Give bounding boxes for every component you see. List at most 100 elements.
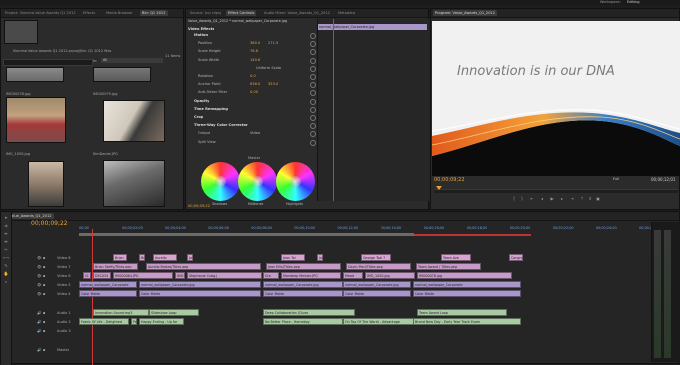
bin-preview-thumb[interactable]: [4, 20, 38, 44]
lock-icon[interactable]: ▪: [43, 263, 45, 271]
track-select-tool-icon[interactable]: ⇉: [3, 223, 9, 229]
timeline-clip[interactable]: George Tsai ?: [361, 254, 391, 261]
reset-icon[interactable]: [310, 41, 316, 48]
timeline-clip[interactable]: IMG_1050.jpg: [365, 272, 415, 279]
work-area-bar[interactable]: [79, 233, 414, 236]
timeline-clip[interactable]: Gl: [83, 272, 91, 279]
effect-row[interactable]: Crop: [186, 114, 316, 121]
track-header[interactable]: 👁 ▪ Video 5: [1, 281, 79, 289]
track-header[interactable]: 👁 ▪ Video 4: [1, 290, 79, 298]
clip-thumb-4[interactable]: [103, 100, 165, 142]
search-input[interactable]: [3, 59, 93, 66]
tab-media-browser[interactable]: Media Browser: [104, 10, 135, 16]
speaker-icon[interactable]: 🔊: [37, 318, 41, 326]
clip-thumb-5[interactable]: [28, 161, 64, 207]
razor-tool-icon[interactable]: ✂: [3, 247, 9, 253]
program-timecode[interactable]: 00;00;09;22: [434, 177, 465, 183]
timeline-clip[interactable]: Brand New Day - Early Year Track Exam: [413, 318, 521, 325]
timeline-clip[interactable]: Jo: [187, 254, 193, 261]
track-header[interactable]: 🔊 ▪ Master: [1, 346, 79, 354]
lock-icon[interactable]: ▪: [43, 318, 45, 326]
reset-icon[interactable]: [310, 90, 316, 97]
effect-row[interactable]: Scale Height 76.6: [186, 48, 316, 56]
timeline-clip[interactable]: IMG00064.JPG: [113, 272, 173, 279]
reset-icon[interactable]: [310, 131, 316, 138]
timeline-clip[interactable]: IMG: [175, 272, 185, 279]
eye-icon[interactable]: 👁: [37, 263, 41, 271]
speaker-icon[interactable]: 🔊: [37, 346, 41, 354]
timeline-clip[interactable]: Br: [139, 254, 145, 261]
reset-icon[interactable]: [310, 57, 316, 64]
track-header[interactable]: 🔊 ▪ Audio 3: [1, 327, 79, 335]
effect-value[interactable]: 140.6: [250, 57, 260, 64]
timeline-clip[interactable]: normal_wallpaper_Corporate: [79, 281, 137, 288]
reset-icon[interactable]: [310, 123, 316, 130]
timeline-clip[interactable]: Happy Ending - Up for: [139, 318, 184, 325]
program-playhead[interactable]: [436, 186, 442, 190]
eye-icon[interactable]: 👁: [37, 290, 41, 298]
effect-row[interactable]: Motion: [186, 32, 316, 39]
timeline-clip[interactable]: Color Matte: [139, 290, 261, 297]
effect-value[interactable]: 0.00: [250, 89, 258, 96]
tab-audio-mixer[interactable]: Audio Mixer: Value_Awards_Q1_2012: [262, 10, 332, 16]
eye-icon[interactable]: 👁: [37, 272, 41, 280]
lock-icon[interactable]: ▪: [43, 281, 45, 289]
speaker-icon[interactable]: 🔊: [37, 309, 41, 317]
effect-row[interactable]: Split View: [186, 139, 316, 146]
timeline-clip[interactable]: Innovation Sound.mp3: [93, 309, 149, 316]
timeline-clip[interactable]: Fabric Of Life - Delighted: [79, 318, 129, 325]
effect-value[interactable]: 76.6: [250, 48, 258, 55]
effect-row[interactable]: Anchor Point 636.0 353.0: [186, 81, 316, 89]
timeline-clip[interactable]: Team Award / Titles.aep: [416, 263, 481, 270]
lift-icon[interactable]: ⇡: [579, 196, 585, 202]
timeline-clip[interactable]: Color Matte: [263, 290, 343, 297]
track-header[interactable]: 👁 ▪ Video 7: [1, 263, 79, 271]
extract-icon[interactable]: ⇞: [587, 196, 593, 202]
lock-icon[interactable]: ▪: [43, 346, 45, 354]
rolling-edit-tool-icon[interactable]: ⇼: [3, 239, 9, 245]
clip-thumb-3[interactable]: [6, 97, 66, 143]
program-fit-select[interactable]: Full: [613, 177, 619, 181]
timeline-clip[interactable]: Jo: [317, 254, 323, 261]
timeline-clip[interactable]: normal_wallpaper_Corporate.jpg: [139, 281, 261, 288]
play-icon[interactable]: ▶: [549, 196, 555, 202]
timeline-clip[interactable]: normal_wallpaper_Corporate: [413, 281, 521, 288]
tab-metadata[interactable]: Metadata: [336, 10, 357, 16]
reset-icon[interactable]: [310, 139, 316, 146]
step-back-icon[interactable]: ◂: [539, 196, 545, 202]
ripple-edit-tool-icon[interactable]: ⇹: [3, 231, 9, 237]
track-header[interactable]: 🔊 ▪ Audio 2: [1, 318, 79, 326]
timeline-clip[interactable]: Mead: [343, 272, 363, 279]
step-forward-icon[interactable]: ▸: [559, 196, 565, 202]
timeline-clip[interactable]: normal_wallpaper_Corporate.jpg: [263, 281, 343, 288]
reset-icon[interactable]: [310, 82, 316, 89]
lock-icon[interactable]: ▪: [43, 254, 45, 262]
timeline-clip[interactable]: IMG00078.jpg: [417, 272, 512, 279]
mark-out-icon[interactable]: }: [519, 196, 525, 202]
track-header[interactable]: 🔊 ▪ Audio 1: [1, 309, 79, 317]
effect-value[interactable]: 0.0: [250, 73, 256, 80]
timeline-clip[interactable]: Deep Collaboration (Clues: [263, 309, 355, 316]
effect-row[interactable]: Time Remapping: [186, 106, 316, 113]
reset-icon[interactable]: [310, 33, 316, 39]
go-to-in-icon[interactable]: ⇤: [529, 196, 535, 202]
effect-row[interactable]: Anti-flicker Filter 0.00: [186, 89, 316, 97]
search-in-select[interactable]: All: [101, 58, 163, 63]
timeline-clip[interactable]: Color Matte: [79, 290, 137, 297]
effects-timecode[interactable]: 00;00;09;22: [188, 204, 210, 208]
timeline-clip[interactable]: DSC034: [93, 272, 111, 279]
tab-effects[interactable]: Effects: [81, 10, 97, 16]
timeline-clip[interactable]: Aurelio Bretzo/Titles.aep: [146, 263, 261, 270]
mark-in-icon[interactable]: {: [511, 196, 517, 202]
tab-bin[interactable]: Bin: Q1 2012: [140, 10, 168, 16]
effect-row[interactable]: Opacity: [186, 98, 316, 105]
effect-row[interactable]: Three-Way Color Corrector: [186, 122, 316, 130]
reset-icon[interactable]: [310, 49, 316, 56]
effect-value[interactable]: 360.0: [250, 40, 260, 47]
clip-thumb-2[interactable]: [93, 67, 151, 82]
track-header[interactable]: 👁 ▪ Video 6: [1, 272, 79, 280]
tab-project[interactable]: Project: Illumina Value Awards Q1 2012: [3, 10, 78, 16]
clip-thumb-6[interactable]: [103, 160, 165, 207]
effect-value[interactable]: 636.0: [250, 81, 260, 88]
lock-icon[interactable]: ▪: [43, 272, 45, 280]
